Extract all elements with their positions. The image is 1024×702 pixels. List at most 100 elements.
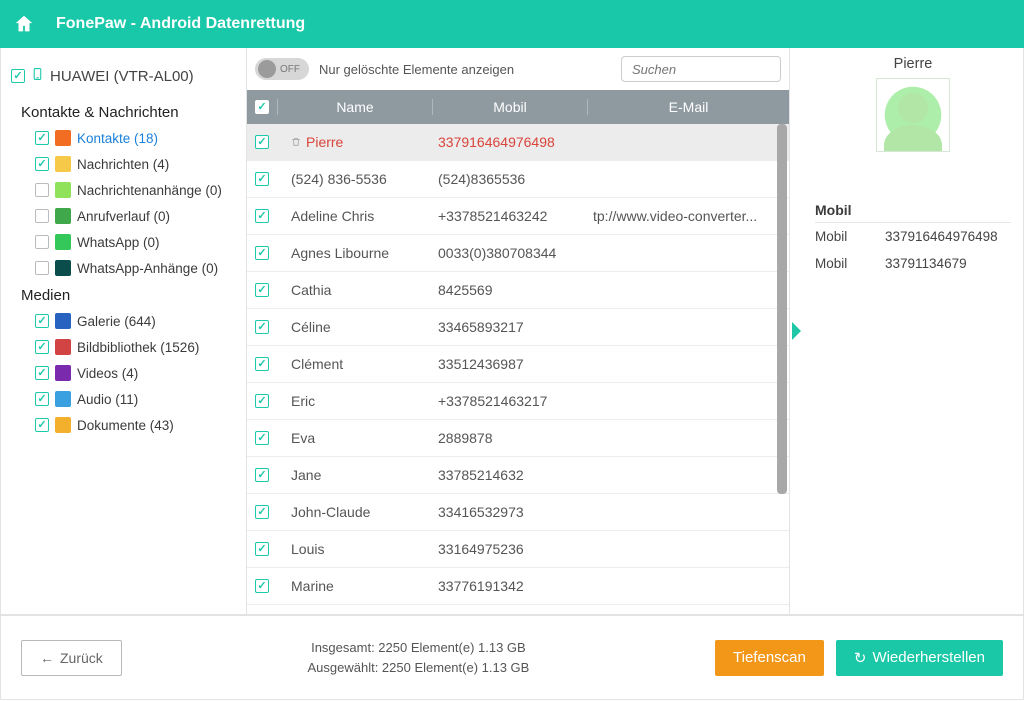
home-icon[interactable] xyxy=(10,10,38,38)
category-icon xyxy=(55,391,71,407)
cell-mobil: 33785214632 xyxy=(432,467,587,483)
table-row[interactable]: Clément 33512436987 xyxy=(247,346,789,383)
checkbox[interactable] xyxy=(35,314,49,328)
row-checkbox[interactable] xyxy=(255,357,269,371)
table-header: Name Mobil E-Mail xyxy=(247,90,789,124)
category-icon xyxy=(55,313,71,329)
table-row[interactable]: Marine 33776191342 xyxy=(247,568,789,605)
scrollbar[interactable] xyxy=(777,124,787,494)
row-checkbox[interactable] xyxy=(255,542,269,556)
cell-mobil: 8425569 xyxy=(432,282,587,298)
table-row[interactable]: Agnes Libourne 0033(0)380708344 xyxy=(247,235,789,272)
device-checkbox[interactable] xyxy=(11,69,25,83)
avatar xyxy=(876,78,950,152)
checkbox[interactable] xyxy=(35,392,49,406)
sidebar-item-label: WhatsApp-Anhänge (0) xyxy=(77,261,218,276)
checkbox[interactable] xyxy=(35,340,49,354)
sidebar-item[interactable]: Dokumente (43) xyxy=(11,412,236,438)
cell-name: Eva xyxy=(277,430,432,446)
header-email[interactable]: E-Mail xyxy=(587,99,789,115)
table-row[interactable]: Céline 33465893217 xyxy=(247,309,789,346)
panel-divider[interactable] xyxy=(789,48,803,614)
details-kv: Mobil337916464976498 xyxy=(815,223,1011,250)
sidebar-item-label: Dokumente (43) xyxy=(77,418,174,433)
sidebar-item[interactable]: WhatsApp-Anhänge (0) xyxy=(11,255,236,281)
deleted-only-toggle[interactable]: OFF xyxy=(255,58,309,80)
category-icon xyxy=(55,234,71,250)
sidebar-item[interactable]: Bildbibliothek (1526) xyxy=(11,334,236,360)
sidebar-item[interactable]: Anrufverlauf (0) xyxy=(11,203,236,229)
sidebar-item[interactable]: Kontakte (18) xyxy=(11,125,236,151)
cell-name: Pierre xyxy=(277,134,432,150)
recover-label: Wiederherstellen xyxy=(872,649,985,666)
row-checkbox[interactable] xyxy=(255,135,269,149)
row-checkbox[interactable] xyxy=(255,172,269,186)
table-body: Pierre 337916464976498 (524) 836-5536 (5… xyxy=(247,124,789,614)
checkbox[interactable] xyxy=(35,209,49,223)
row-checkbox[interactable] xyxy=(255,505,269,519)
checkbox[interactable] xyxy=(35,131,49,145)
row-checkbox[interactable] xyxy=(255,246,269,260)
header-name[interactable]: Name xyxy=(277,99,432,115)
row-checkbox[interactable] xyxy=(255,468,269,482)
sidebar-item[interactable]: Videos (4) xyxy=(11,360,236,386)
cell-mobil: 33776191342 xyxy=(432,578,587,594)
kv-key: Mobil xyxy=(815,256,865,271)
search-box[interactable] xyxy=(621,56,781,82)
checkbox[interactable] xyxy=(35,366,49,380)
select-all-checkbox[interactable] xyxy=(255,100,269,114)
sidebar-item[interactable]: Nachrichtenanhänge (0) xyxy=(11,177,236,203)
table-row[interactable]: (524) 836-5536 (524)8365536 xyxy=(247,161,789,198)
checkbox[interactable] xyxy=(35,183,49,197)
row-checkbox[interactable] xyxy=(255,283,269,297)
table-row[interactable]: Eva 2889878 xyxy=(247,420,789,457)
category-icon xyxy=(55,339,71,355)
sidebar-item[interactable]: Audio (11) xyxy=(11,386,236,412)
table-row[interactable]: Adeline Chris +3378521463242 tp://www.vi… xyxy=(247,198,789,235)
table-row[interactable]: Jane 33785214632 xyxy=(247,457,789,494)
sidebar-item[interactable]: WhatsApp (0) xyxy=(11,229,236,255)
table-row[interactable]: Pierre 337916464976498 xyxy=(247,124,789,161)
row-checkbox[interactable] xyxy=(255,431,269,445)
chevron-right-icon xyxy=(792,322,801,340)
cell-name: Louis xyxy=(277,541,432,557)
header-mobil[interactable]: Mobil xyxy=(432,99,587,115)
table-row[interactable]: Paul 33794213652 xyxy=(247,605,789,614)
sidebar-item-label: Galerie (644) xyxy=(77,314,156,329)
table-row[interactable]: Eric +3378521463217 xyxy=(247,383,789,420)
category-icon xyxy=(55,365,71,381)
trash-icon xyxy=(291,136,301,148)
recover-button[interactable]: ↻ Wiederherstellen xyxy=(836,640,1003,676)
cell-name: (524) 836-5536 xyxy=(277,171,432,187)
checkbox[interactable] xyxy=(35,235,49,249)
toggle-label: OFF xyxy=(280,64,300,75)
row-checkbox[interactable] xyxy=(255,320,269,334)
cell-name: Eric xyxy=(277,393,432,409)
cell-name: John-Claude xyxy=(277,504,432,520)
device-row[interactable]: HUAWEI (VTR-AL00) xyxy=(11,60,236,92)
sidebar-item-label: Anrufverlauf (0) xyxy=(77,209,170,224)
checkbox[interactable] xyxy=(35,157,49,171)
sidebar-item[interactable]: Galerie (644) xyxy=(11,308,236,334)
row-checkbox[interactable] xyxy=(255,394,269,408)
cell-mobil: 2889878 xyxy=(432,430,587,446)
sidebar-item[interactable]: Nachrichten (4) xyxy=(11,151,236,177)
refresh-icon: ↻ xyxy=(854,649,867,667)
content: HUAWEI (VTR-AL00) Kontakte & Nachrichten… xyxy=(0,48,1024,615)
table-row[interactable]: John-Claude 33416532973 xyxy=(247,494,789,531)
main: OFF Nur gelöschte Elemente anzeigen Name… xyxy=(247,48,1023,614)
cell-mobil: (524)8365536 xyxy=(432,171,587,187)
cell-mobil: 337916464976498 xyxy=(432,134,587,150)
deepscan-button[interactable]: Tiefenscan xyxy=(715,640,824,676)
cell-mobil: +3378521463242 xyxy=(432,208,587,224)
checkbox[interactable] xyxy=(35,261,49,275)
details-section-heading: Mobil xyxy=(815,202,1011,223)
table-row[interactable]: Cathia 8425569 xyxy=(247,272,789,309)
table-row[interactable]: Louis 33164975236 xyxy=(247,531,789,568)
category-icon xyxy=(55,130,71,146)
row-checkbox[interactable] xyxy=(255,209,269,223)
back-button[interactable]: ← Zurück xyxy=(21,640,122,676)
row-checkbox[interactable] xyxy=(255,579,269,593)
checkbox[interactable] xyxy=(35,418,49,432)
search-input[interactable] xyxy=(632,62,810,77)
